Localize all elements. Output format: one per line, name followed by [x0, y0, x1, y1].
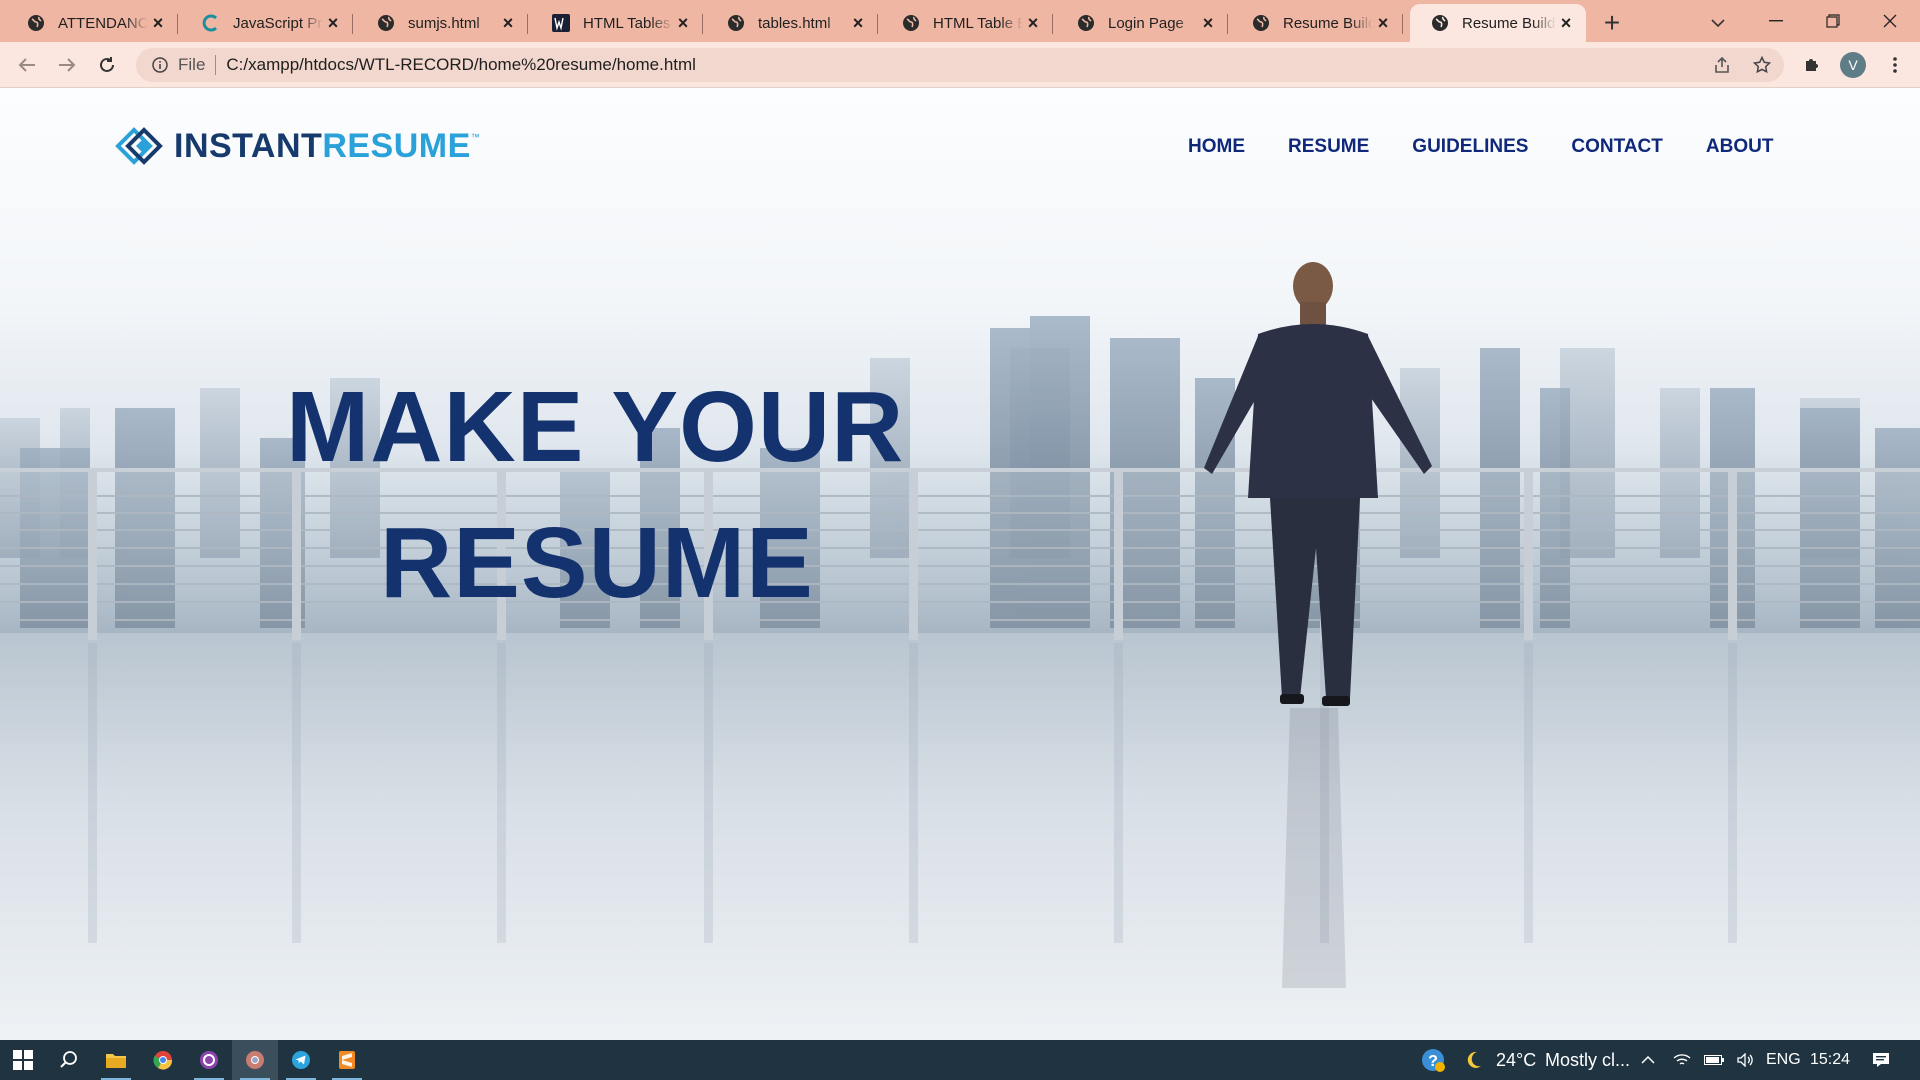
globe-icon [1251, 13, 1271, 33]
forward-arrow-icon[interactable] [52, 50, 82, 80]
logo-trademark: ™ [470, 132, 480, 142]
language-indicator[interactable]: ENG [1766, 1040, 1801, 1080]
hero-heading-line2: RESUME [380, 507, 814, 619]
globe-icon [26, 13, 46, 33]
telegram-icon[interactable] [278, 1040, 324, 1080]
battery-icon[interactable] [1696, 1040, 1732, 1080]
close-icon[interactable]: × [498, 13, 518, 33]
browser-toolbar: File C:/xampp/htdocs/WTL-RECORD/home%20r… [0, 42, 1920, 88]
tab-separator [1402, 14, 1403, 34]
globe-icon [1430, 13, 1450, 33]
weather-temp[interactable]: 24°C [1496, 1040, 1536, 1080]
url-scheme-label: File [178, 55, 206, 74]
chrome-active-icon[interactable] [232, 1040, 278, 1080]
tab-attendance[interactable]: ATTENDANCE × [6, 4, 178, 42]
url-divider [215, 55, 217, 75]
tab-separator [877, 14, 878, 34]
tab-resume-builder[interactable]: Resume Builder × [1231, 4, 1403, 42]
tab-resume-builder-active[interactable]: Resume Builder × [1410, 4, 1586, 42]
nav-about-link[interactable]: ABOUT [1706, 136, 1774, 158]
tab-title: JavaScript Program [233, 14, 323, 32]
close-icon[interactable]: × [1373, 13, 1393, 33]
chrome-icon[interactable] [140, 1040, 186, 1080]
tab-title: Resume Builder [1283, 14, 1373, 32]
logo-word-instant: INSTANT [174, 126, 323, 165]
close-icon[interactable]: × [1023, 13, 1043, 33]
close-icon[interactable]: × [1556, 13, 1576, 33]
w3-brand-icon [551, 13, 571, 33]
tab-title: HTML Table Border [933, 14, 1023, 32]
tab-strip: ATTENDANCE × JavaScript Program × sumjs.… [0, 0, 1920, 42]
wifi-icon[interactable] [1664, 1040, 1700, 1080]
close-window-icon[interactable] [1862, 0, 1918, 42]
nav-home-link[interactable]: HOME [1188, 136, 1245, 158]
tab-title: tables.html [758, 14, 831, 32]
share-icon[interactable] [1707, 50, 1737, 80]
nav-guidelines-link[interactable]: GUIDELINES [1412, 136, 1528, 158]
nav-contact-link[interactable]: CONTACT [1571, 136, 1662, 158]
hero-heading-line1: MAKE YOUR [286, 371, 905, 483]
tab-sumjs[interactable]: sumjs.html × [356, 4, 528, 42]
profile-avatar[interactable]: V [1840, 52, 1866, 78]
new-tab-button[interactable]: + [1595, 6, 1629, 40]
tab-html-tables-w3[interactable]: HTML Tables - × [531, 4, 703, 42]
globe-icon [1076, 13, 1096, 33]
tab-separator [702, 14, 703, 34]
weather-desc[interactable]: Mostly cl... [1545, 1040, 1630, 1080]
info-icon[interactable] [150, 55, 170, 75]
address-bar[interactable]: File C:/xampp/htdocs/WTL-RECORD/home%20r… [136, 48, 1784, 82]
close-icon[interactable]: × [673, 13, 693, 33]
globe-icon [726, 13, 746, 33]
tab-title: Resume Builder [1462, 14, 1556, 32]
restore-icon[interactable] [1805, 0, 1861, 42]
menu-icon[interactable] [1880, 50, 1910, 80]
tab-separator [1227, 14, 1228, 34]
close-icon[interactable]: × [148, 13, 168, 33]
close-icon[interactable]: × [323, 13, 343, 33]
sublime-text-icon[interactable] [324, 1040, 370, 1080]
reload-icon[interactable] [92, 50, 122, 80]
web-page: INSTANT RESUME ™ HOME RESUME GUIDELINES … [0, 88, 1920, 1040]
globe-icon [376, 13, 396, 33]
nav-resume-link[interactable]: RESUME [1288, 136, 1369, 158]
logo-diamond-icon [115, 127, 163, 165]
tab-separator [352, 14, 353, 34]
tab-tables-html[interactable]: tables.html × [706, 4, 878, 42]
extensions-icon[interactable] [1797, 50, 1827, 80]
c-brand-icon [201, 13, 221, 33]
tab-title: ATTENDANCE [58, 14, 148, 32]
city-skyline-background [0, 262, 1920, 1040]
globe-icon [901, 13, 921, 33]
back-arrow-icon[interactable] [12, 50, 42, 80]
tab-search-icon[interactable] [1703, 8, 1733, 38]
windows-taskbar: ? 24°C Mostly cl... ENG 15:24 [0, 1040, 1920, 1080]
chevron-up-icon[interactable] [1630, 1040, 1666, 1080]
tab-title: Login Page [1108, 14, 1184, 32]
tab-javascript-program[interactable]: JavaScript Program × [181, 4, 353, 42]
tab-separator [177, 14, 178, 34]
moon-weather-icon [1450, 1040, 1496, 1080]
file-explorer-icon[interactable] [93, 1040, 139, 1080]
logo-word-resume: RESUME [322, 126, 471, 165]
tab-title: HTML Tables - [583, 14, 673, 32]
windows-start-icon[interactable] [0, 1040, 46, 1080]
site-logo[interactable]: INSTANT RESUME ™ [114, 124, 480, 168]
tab-separator [527, 14, 528, 34]
url-text[interactable]: C:/xampp/htdocs/WTL-RECORD/home%20resume… [226, 55, 696, 75]
tab-title: sumjs.html [408, 14, 480, 32]
github-desktop-icon[interactable] [186, 1040, 232, 1080]
volume-icon[interactable] [1728, 1040, 1764, 1080]
search-icon[interactable] [46, 1040, 92, 1080]
minimize-icon[interactable] [1748, 0, 1804, 42]
tab-login-page[interactable]: Login Page × [1056, 4, 1228, 42]
tab-separator [1052, 14, 1053, 34]
site-nav: HOME RESUME GUIDELINES CONTACT ABOUT [1188, 136, 1816, 158]
close-icon[interactable]: × [1198, 13, 1218, 33]
bookmark-star-icon[interactable] [1747, 50, 1777, 80]
clock-time[interactable]: 15:24 [1810, 1040, 1850, 1080]
close-icon[interactable]: × [848, 13, 868, 33]
tab-html-table-border[interactable]: HTML Table Border × [881, 4, 1053, 42]
notification-icon[interactable] [1858, 1040, 1904, 1080]
